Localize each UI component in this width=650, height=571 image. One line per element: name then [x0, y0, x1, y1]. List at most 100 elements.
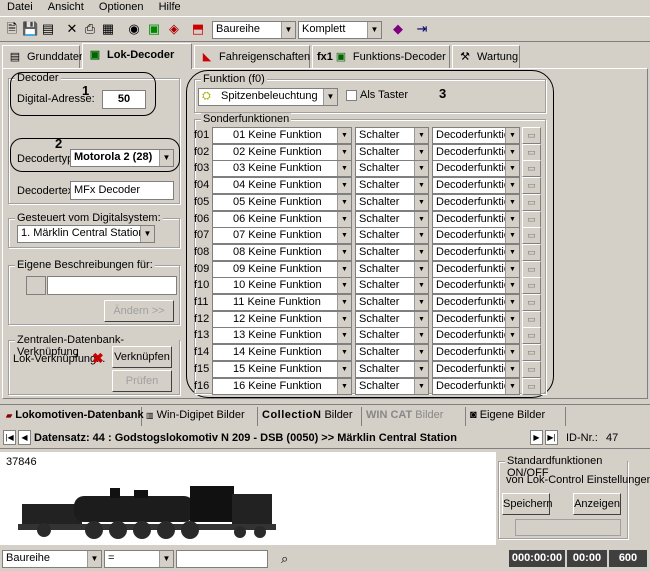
prev-record-button[interactable]: ◀: [18, 430, 31, 445]
description-input[interactable]: [47, 276, 177, 295]
function-name-select[interactable]: 14 Keine Funktion ▼: [212, 344, 352, 361]
function-mode-select[interactable]: Schalter ▼: [355, 127, 429, 144]
function-type-select[interactable]: Decoderfunktion ▼: [432, 194, 520, 211]
function-mode-select[interactable]: Schalter ▼: [355, 227, 429, 244]
function-name-select[interactable]: 12 Keine Funktion ▼: [212, 311, 352, 328]
check-button[interactable]: Prüfen: [112, 370, 172, 392]
function-icon-button[interactable]: ▭: [522, 177, 541, 194]
menu-ansicht[interactable]: Ansicht: [41, 0, 89, 13]
address-input[interactable]: 50: [102, 90, 146, 109]
disk-icon[interactable]: 💾: [22, 21, 38, 37]
digital-system-select[interactable]: 1. Märklin Central Station ▼: [17, 225, 155, 243]
function-type-select[interactable]: Decoderfunktion ▼: [432, 311, 520, 328]
function-type-select[interactable]: Decoderfunktion ▼: [432, 277, 520, 294]
show-button[interactable]: Anzeigen: [573, 493, 621, 515]
function-name-select[interactable]: 07 Keine Funktion ▼: [212, 227, 352, 244]
function-name-select[interactable]: 10 Keine Funktion ▼: [212, 277, 352, 294]
filter-operator-select[interactable]: = ▼: [104, 550, 174, 568]
delete-icon[interactable]: ✕: [64, 21, 80, 37]
description-checkbox-field[interactable]: [26, 276, 46, 295]
save-icon[interactable]: 🗎: [4, 21, 20, 37]
menu-datei[interactable]: Datei: [0, 0, 38, 13]
exit-icon[interactable]: ⇥: [414, 21, 430, 37]
function-icon-button[interactable]: ▭: [522, 227, 541, 244]
function-icon-button[interactable]: ▭: [522, 144, 541, 161]
binoculars-icon[interactable]: ⌕: [281, 551, 288, 567]
function-name-select[interactable]: 04 Keine Funktion ▼: [212, 177, 352, 194]
function-icon-button[interactable]: ▭: [522, 311, 541, 328]
tab-funktions-decoder[interactable]: fx1 ▣ Funktions-Decoder: [312, 45, 450, 68]
function-name-select[interactable]: 06 Keine Funktion ▼: [212, 211, 352, 228]
table-icon[interactable]: ▦: [100, 21, 116, 37]
function-icon-button[interactable]: ▭: [522, 211, 541, 228]
function-mode-select[interactable]: Schalter ▼: [355, 160, 429, 177]
printer-icon[interactable]: ⎙: [82, 21, 98, 37]
tab-grunddaten[interactable]: ▤ Grunddaten: [2, 45, 85, 68]
function-name-select[interactable]: 08 Keine Funktion ▼: [212, 244, 352, 261]
sort-icon[interactable]: ⬒: [190, 21, 206, 37]
save-button[interactable]: Speichern: [502, 493, 553, 515]
function-mode-select[interactable]: Schalter ▼: [355, 327, 429, 344]
function-type-select[interactable]: Decoderfunktion ▼: [432, 378, 520, 395]
function-name-select[interactable]: 03 Keine Funktion ▼: [212, 160, 352, 177]
function-mode-select[interactable]: Schalter ▼: [355, 144, 429, 161]
function-name-select[interactable]: 16 Keine Funktion ▼: [212, 378, 352, 395]
function-type-select[interactable]: Decoderfunktion ▼: [432, 144, 520, 161]
train-icon[interactable]: ◈: [166, 21, 182, 37]
function-type-select[interactable]: Decoderfunktion ▼: [432, 127, 520, 144]
tab-wincat[interactable]: WIN CAT Bilder: [362, 407, 466, 426]
pushbutton-checkbox[interactable]: [346, 90, 357, 101]
series-combo[interactable]: Baureihe ▼: [212, 21, 296, 39]
function-type-select[interactable]: Decoderfunktion ▼: [432, 211, 520, 228]
function-icon-button[interactable]: ▭: [522, 344, 541, 361]
tab-lokomotiven-datenbank[interactable]: ▰ Lokomotiven-Datenbank: [2, 407, 144, 426]
function-type-select[interactable]: Decoderfunktion ▼: [432, 160, 520, 177]
locomotive-icon[interactable]: ▣: [146, 21, 162, 37]
function-mode-select[interactable]: Schalter ▼: [355, 244, 429, 261]
function-select[interactable]: ⛭ Spitzenbeleuchtung ▼: [198, 88, 338, 106]
decoder-type-select[interactable]: Motorola 2 (28) ▼: [70, 149, 174, 167]
menu-optionen[interactable]: Optionen: [92, 0, 149, 13]
function-icon-button[interactable]: ▭: [522, 327, 541, 344]
link-button[interactable]: Verknüpfen: [112, 346, 172, 368]
function-type-select[interactable]: Decoderfunktion ▼: [432, 327, 520, 344]
function-mode-select[interactable]: Schalter ▼: [355, 177, 429, 194]
function-icon-button[interactable]: ▭: [522, 127, 541, 144]
function-icon-button[interactable]: ▭: [522, 194, 541, 211]
last-record-button[interactable]: ▶|: [545, 430, 558, 445]
function-icon-button[interactable]: ▭: [522, 361, 541, 378]
menu-hilfe[interactable]: Hilfe: [152, 0, 186, 13]
function-mode-select[interactable]: Schalter ▼: [355, 277, 429, 294]
function-icon-button[interactable]: ▭: [522, 244, 541, 261]
function-icon-button[interactable]: ▭: [522, 160, 541, 177]
function-icon-button[interactable]: ▭: [522, 294, 541, 311]
tab-lok-decoder[interactable]: ▣ Lok-Decoder: [82, 43, 192, 69]
function-mode-select[interactable]: Schalter ▼: [355, 211, 429, 228]
function-name-select[interactable]: 11 Keine Funktion ▼: [212, 294, 352, 311]
function-name-select[interactable]: 02 Keine Funktion ▼: [212, 144, 352, 161]
tab-wartung[interactable]: ⚒ Wartung: [452, 45, 520, 68]
next-record-button[interactable]: ▶: [530, 430, 543, 445]
function-mode-select[interactable]: Schalter ▼: [355, 378, 429, 395]
tab-fahreigenschaften[interactable]: ◣ Fahreigenschaften: [194, 45, 310, 68]
function-name-select[interactable]: 01 Keine Funktion ▼: [212, 127, 352, 144]
tab-collection[interactable]: CollectioN Bilder: [258, 407, 362, 426]
function-icon-button[interactable]: ▭: [522, 261, 541, 278]
function-name-select[interactable]: 05 Keine Funktion ▼: [212, 194, 352, 211]
function-name-select[interactable]: 09 Keine Funktion ▼: [212, 261, 352, 278]
change-button[interactable]: Ändern >>: [104, 300, 174, 322]
function-type-select[interactable]: Decoderfunktion ▼: [432, 177, 520, 194]
decoder-text-input[interactable]: MFx Decoder: [70, 181, 174, 200]
tab-win-digipet[interactable]: ▥ Win-Digipet Bilder: [142, 407, 258, 426]
first-record-button[interactable]: |◀: [3, 430, 16, 445]
function-type-select[interactable]: Decoderfunktion ▼: [432, 294, 520, 311]
function-name-select[interactable]: 13 Keine Funktion ▼: [212, 327, 352, 344]
function-type-select[interactable]: Decoderfunktion ▼: [432, 244, 520, 261]
camera-icon[interactable]: ◉: [126, 21, 142, 37]
filter-value-input[interactable]: [176, 550, 268, 568]
print-icon[interactable]: ▤: [40, 21, 56, 37]
function-icon-button[interactable]: ▭: [522, 378, 541, 395]
function-type-select[interactable]: Decoderfunktion ▼: [432, 361, 520, 378]
tab-eigene-bilder[interactable]: ◙ Eigene Bilder: [466, 407, 566, 426]
scope-combo[interactable]: Komplett ▼: [298, 21, 382, 39]
